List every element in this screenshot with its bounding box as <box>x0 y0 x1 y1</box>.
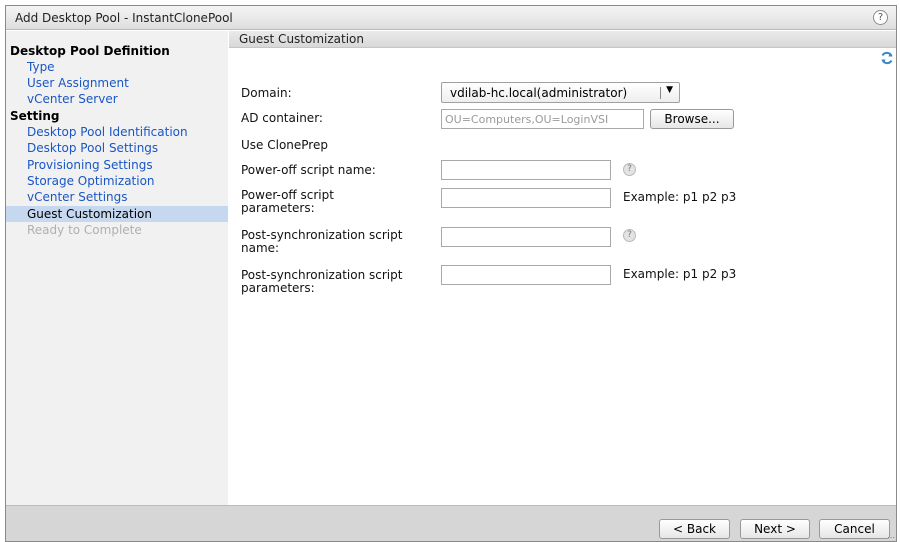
postsync-params-label-line2: parameters: <box>241 281 315 295</box>
wizard-footer: < Back Next > Cancel ⋯ <box>6 505 896 542</box>
postsync-script-name-input[interactable] <box>441 227 611 247</box>
domain-value: vdilab-hc.local(administrator) <box>450 86 628 100</box>
poweroff-params-label-line1: Power-off script <box>241 188 334 202</box>
wizard-nav: Desktop Pool Definition Type User Assign… <box>6 31 228 505</box>
nav-item-storage-optimization[interactable]: Storage Optimization <box>6 173 228 189</box>
ad-container-input[interactable] <box>441 109 644 129</box>
poweroff-params-label-line2: parameters: <box>241 201 315 215</box>
back-button[interactable]: < Back <box>659 519 730 539</box>
nav-item-vcenter-settings[interactable]: vCenter Settings <box>6 189 228 205</box>
postsync-name-label-line1: Post-synchronization script <box>241 228 403 242</box>
cancel-button[interactable]: Cancel <box>819 519 890 539</box>
resize-grip-icon[interactable]: ⋯ <box>887 534 895 542</box>
nav-item-type[interactable]: Type <box>6 59 228 75</box>
section-title: Guest Customization <box>239 32 365 46</box>
domain-select[interactable]: vdilab-hc.local(administrator) ▼ <box>441 82 680 103</box>
help-icon[interactable]: ? <box>623 163 636 176</box>
nav-item-ready-to-complete: Ready to Complete <box>27 223 142 237</box>
window-title: Add Desktop Pool - InstantClonePool <box>15 11 233 25</box>
postsync-params-label-line1: Post-synchronization script <box>241 268 403 282</box>
nav-item-desktop-pool-definition: Desktop Pool Definition <box>10 44 170 58</box>
nav-item-desktop-pool-identification[interactable]: Desktop Pool Identification <box>6 124 228 140</box>
next-button[interactable]: Next > <box>740 519 810 539</box>
domain-label: Domain: <box>241 86 292 100</box>
nav-item-provisioning-settings[interactable]: Provisioning Settings <box>6 157 228 173</box>
select-divider <box>660 87 661 99</box>
chevron-down-icon: ▼ <box>666 85 673 95</box>
ad-container-label: AD container: <box>241 111 323 125</box>
poweroff-example: Example: p1 p2 p3 <box>623 190 737 204</box>
nav-item-user-assignment[interactable]: User Assignment <box>6 75 228 91</box>
nav-item-vcenter-server[interactable]: vCenter Server <box>6 91 228 107</box>
poweroff-script-name-input[interactable] <box>441 160 611 180</box>
add-desktop-pool-dialog: Add Desktop Pool - InstantClonePool ? De… <box>5 5 897 542</box>
postsync-params-input[interactable] <box>441 265 611 285</box>
content-panel: Guest Customization Domain: vdilab-hc.lo… <box>229 31 896 505</box>
postsync-example: Example: p1 p2 p3 <box>623 267 737 281</box>
section-header: Guest Customization <box>229 31 896 48</box>
help-icon[interactable]: ? <box>623 229 636 242</box>
browse-button[interactable]: Browse... <box>650 109 734 129</box>
help-icon[interactable]: ? <box>873 10 888 25</box>
poweroff-params-input[interactable] <box>441 188 611 208</box>
nav-item-setting: Setting <box>10 109 60 123</box>
postsync-name-label-line2: name: <box>241 241 280 255</box>
poweroff-script-name-label: Power-off script name: <box>241 163 376 177</box>
nav-item-guest-customization[interactable]: Guest Customization <box>6 206 228 222</box>
nav-item-desktop-pool-settings[interactable]: Desktop Pool Settings <box>6 140 228 156</box>
use-cloneprep-label: Use ClonePrep <box>241 138 328 152</box>
refresh-icon[interactable] <box>880 51 894 65</box>
title-bar: Add Desktop Pool - InstantClonePool ? <box>6 6 896 30</box>
